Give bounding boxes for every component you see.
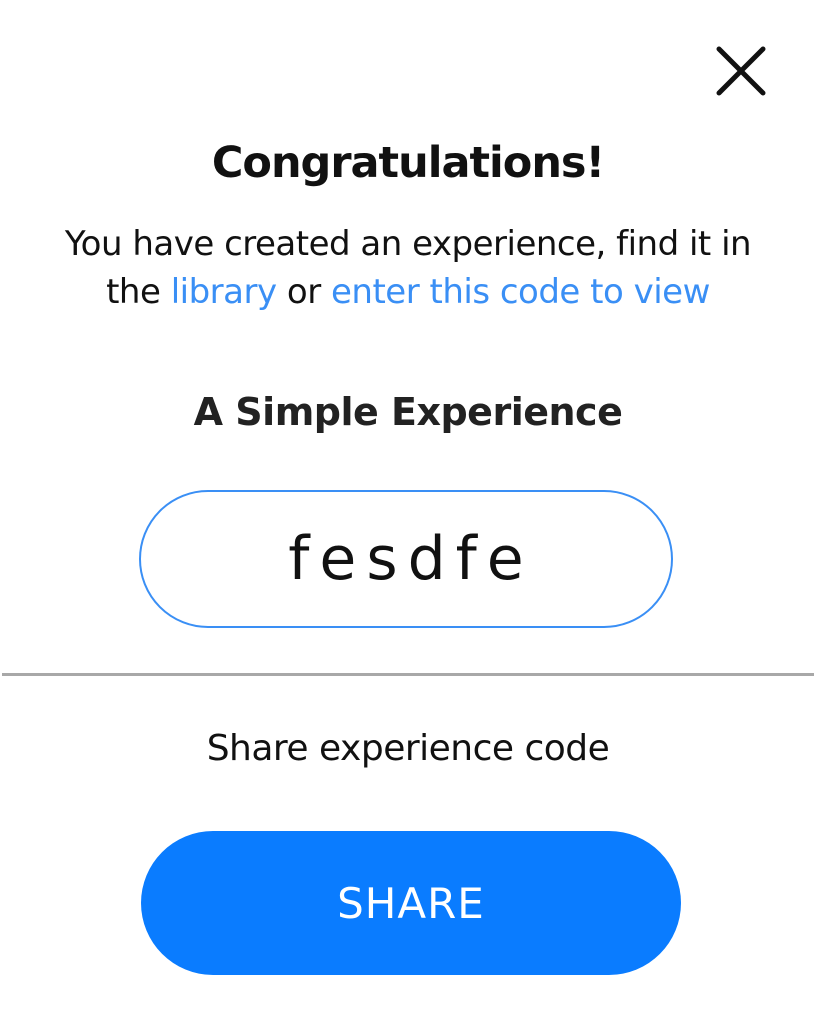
experience-code: fesdfe — [288, 524, 534, 594]
library-link[interactable]: library — [171, 272, 277, 312]
share-button-label: SHARE — [337, 878, 485, 928]
experience-name: A Simple Experience — [193, 390, 623, 434]
experience-code-box: fesdfe — [139, 490, 673, 628]
congratulations-dialog: Congratulations! You have created an exp… — [0, 0, 816, 1032]
message-text-or: or — [276, 272, 331, 312]
dialog-message: You have created an experience, find it … — [40, 220, 776, 316]
close-button[interactable] — [710, 40, 772, 102]
share-caption: Share experience code — [206, 728, 610, 769]
dialog-title: Congratulations! — [211, 138, 605, 188]
divider — [2, 673, 814, 676]
share-button[interactable]: SHARE — [141, 831, 681, 975]
enter-code-link[interactable]: enter this code to view — [331, 272, 710, 312]
close-icon — [716, 46, 766, 96]
